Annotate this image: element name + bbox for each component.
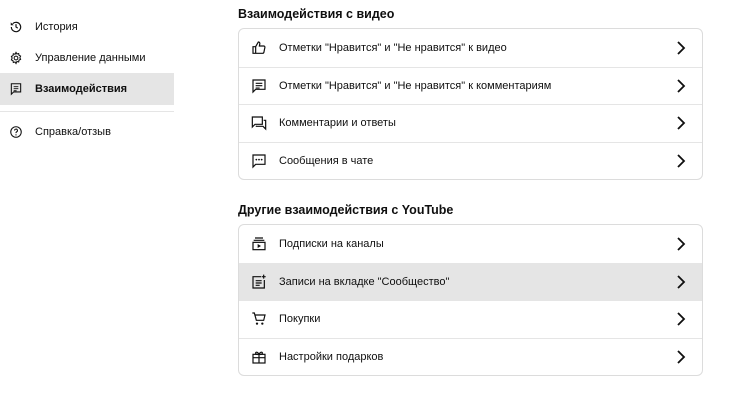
row-label: Сообщения в чате xyxy=(279,154,374,167)
chevron-right-icon xyxy=(676,41,686,55)
sidebar-item-label: Управление данными xyxy=(35,52,146,64)
comment-icon xyxy=(251,78,267,94)
post-add-icon xyxy=(251,274,267,290)
subscriptions-icon xyxy=(251,236,267,252)
chevron-right-icon xyxy=(676,79,686,93)
row-comments-replies[interactable]: Комментарии и ответы xyxy=(239,104,702,142)
row-chat-messages[interactable]: Сообщения в чате xyxy=(239,141,702,180)
row-label: Отметки "Нравится" и "Не нравится" к вид… xyxy=(279,41,507,54)
gift-icon xyxy=(251,349,267,365)
chevron-right-icon xyxy=(676,350,686,364)
row-video-likes[interactable]: Отметки "Нравится" и "Не нравится" к вид… xyxy=(239,29,702,67)
help-icon xyxy=(9,125,23,139)
row-subscriptions[interactable]: Подписки на каналы xyxy=(239,225,702,263)
thumb-up-icon xyxy=(251,40,267,56)
row-label: Подписки на каналы xyxy=(279,237,384,250)
sidebar-item-label: Взаимодействия xyxy=(35,83,128,95)
row-label: Комментарии и ответы xyxy=(279,117,396,130)
chevron-right-icon xyxy=(676,154,686,168)
comments-reply-icon xyxy=(251,115,267,131)
row-label: Отметки "Нравится" и "Не нравится" к ком… xyxy=(279,79,552,92)
sidebar-item-label: Справка/отзыв xyxy=(35,126,111,138)
gear-icon xyxy=(9,51,23,65)
sidebar-divider xyxy=(0,111,174,112)
history-icon xyxy=(9,20,23,34)
sidebar-item-label: История xyxy=(35,21,78,33)
sidebar: История Управление данными Взаимодействи… xyxy=(0,0,175,393)
cart-icon xyxy=(251,311,267,327)
chevron-right-icon xyxy=(676,275,686,289)
row-label: Настройки подарков xyxy=(279,350,384,363)
page: История Управление данными Взаимодействи… xyxy=(0,0,732,393)
row-purchases[interactable]: Покупки xyxy=(239,300,702,338)
sidebar-item-history[interactable]: История xyxy=(0,11,174,43)
section-title-video: Взаимодействия с видео xyxy=(238,7,395,21)
section-title-other: Другие взаимодействия с YouTube xyxy=(238,203,454,217)
row-label: Покупки xyxy=(279,313,321,326)
card-video-interactions: Отметки "Нравится" и "Не нравится" к вид… xyxy=(238,28,703,180)
chevron-right-icon xyxy=(676,116,686,130)
row-label: Записи на вкладке "Сообщество" xyxy=(279,275,450,288)
card-other-interactions: Подписки на каналы Записи на вкладке "Со… xyxy=(238,224,703,376)
row-comment-likes[interactable]: Отметки "Нравится" и "Не нравится" к ком… xyxy=(239,66,702,105)
comment-icon xyxy=(9,82,23,96)
sidebar-item-data[interactable]: Управление данными xyxy=(0,42,174,74)
sidebar-item-interactions[interactable]: Взаимодействия xyxy=(0,73,174,105)
chevron-right-icon xyxy=(676,312,686,326)
chat-icon xyxy=(251,153,267,169)
row-community-posts[interactable]: Записи на вкладке "Сообщество" xyxy=(239,262,702,300)
chevron-right-icon xyxy=(676,237,686,251)
sidebar-item-help[interactable]: Справка/отзыв xyxy=(0,116,174,148)
row-gift-settings[interactable]: Настройки подарков xyxy=(239,337,702,376)
